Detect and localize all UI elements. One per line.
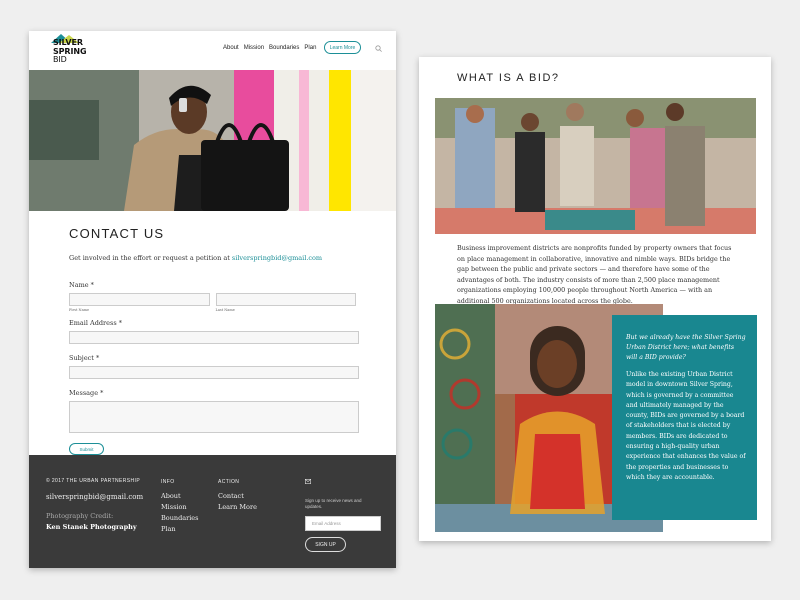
newsletter-email-input[interactable]: Email Address xyxy=(305,516,381,531)
email-input[interactable] xyxy=(69,331,359,344)
footer-link-contact[interactable]: Contact xyxy=(218,491,257,502)
message-label: Message * xyxy=(69,389,104,397)
contact-email-link[interactable]: silverspringbid@gmail.com xyxy=(232,254,322,262)
hero-photo xyxy=(29,70,396,211)
email-label: Email Address * xyxy=(69,319,122,327)
nav-link-plan[interactable]: Plan xyxy=(304,45,316,51)
site-footer: © 2017 THE URBAN PARTNERSHIP silversprin… xyxy=(29,455,396,568)
footer-action-column: ACTION Contact Learn More xyxy=(218,478,257,513)
logo-line3: BID xyxy=(53,55,67,64)
nav-link-boundaries[interactable]: Boundaries xyxy=(269,45,299,51)
about-page: WHAT IS A BID? Business improvement dist… xyxy=(419,57,771,541)
footer-link-mission[interactable]: Mission xyxy=(161,502,198,513)
footer-action-heading: ACTION xyxy=(218,479,240,485)
contact-form-section: CONTACT US Get involved in the effort or… xyxy=(29,226,396,455)
site-header: SILVER SPRING BID About Mission Boundari… xyxy=(29,31,396,70)
submit-button[interactable]: Submit xyxy=(69,443,104,455)
footer-link-learn-more[interactable]: Learn More xyxy=(218,502,257,513)
subject-input[interactable] xyxy=(69,366,359,379)
message-textarea[interactable] xyxy=(69,401,359,433)
footer-info-heading: INFO xyxy=(161,479,175,485)
nav-link-mission[interactable]: Mission xyxy=(244,45,264,51)
footer-credit-name: Ken Stanek Photography xyxy=(46,523,137,531)
mail-icon xyxy=(305,479,311,484)
market-crowd-illustration xyxy=(466,103,705,226)
footer-link-about[interactable]: About xyxy=(161,491,198,502)
footer-credit-label: Photography Credit: xyxy=(46,512,114,520)
footer-link-boundaries[interactable]: Boundaries xyxy=(161,513,198,524)
contact-intro: Get involved in the effort or request a … xyxy=(69,254,356,262)
about-title: WHAT IS A BID? xyxy=(457,72,560,84)
subject-label: Subject * xyxy=(69,354,100,362)
footer-info-column: INFO About Mission Boundaries Plan xyxy=(161,478,198,535)
newsletter-text: Sign up to receive news and updates. xyxy=(305,498,362,509)
market-crowd-photo xyxy=(435,98,756,234)
name-fields: First Name Last Name xyxy=(69,293,356,312)
first-name-sublabel: First Name xyxy=(69,308,90,312)
last-name-input[interactable] xyxy=(215,293,356,306)
hero-person-illustration xyxy=(124,85,289,211)
name-label: Name * xyxy=(69,281,94,289)
site-logo[interactable]: SILVER SPRING BID xyxy=(51,34,99,67)
card-text: Unlike the existing Urban District model… xyxy=(626,371,746,481)
contact-title: CONTACT US xyxy=(69,226,165,241)
footer-email[interactable]: silverspringbid@gmail.com xyxy=(46,493,143,501)
signup-button[interactable]: SIGN UP xyxy=(305,537,346,552)
about-body-text: Business improvement districts are nonpr… xyxy=(457,244,732,305)
logo-text: SILVER SPRING BID xyxy=(53,38,87,65)
first-name-input[interactable] xyxy=(69,293,210,306)
contact-page: SILVER SPRING BID About Mission Boundari… xyxy=(29,31,396,568)
search-icon[interactable] xyxy=(375,45,382,52)
last-name-sublabel: Last Name xyxy=(215,308,235,312)
nav-link-about[interactable]: About xyxy=(223,45,239,51)
card-question: But we already have the Silver Spring Ur… xyxy=(626,334,746,361)
main-nav: About Mission Boundaries Plan xyxy=(223,45,316,51)
learn-more-button[interactable]: Learn More xyxy=(324,41,361,54)
bid-benefits-card: But we already have the Silver Spring Ur… xyxy=(612,315,757,520)
footer-link-plan[interactable]: Plan xyxy=(161,524,198,535)
footer-copyright: © 2017 THE URBAN PARTNERSHIP xyxy=(46,478,141,484)
contact-intro-text: Get involved in the effort or request a … xyxy=(69,254,232,262)
